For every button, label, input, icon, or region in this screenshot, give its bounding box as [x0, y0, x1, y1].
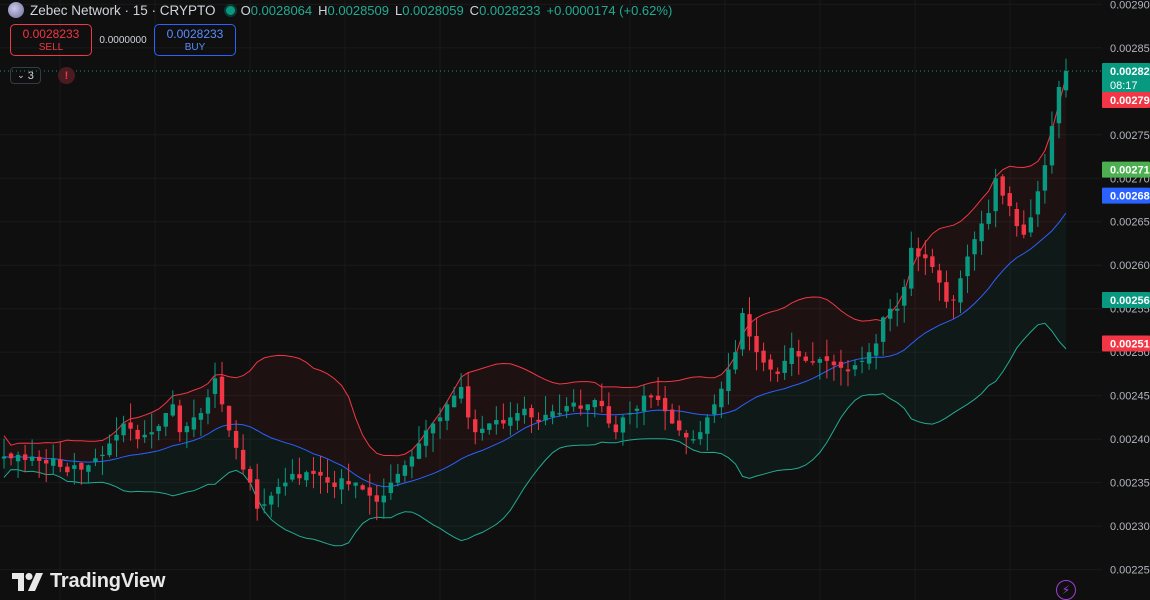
- price-tag: 0.00282 08:17: [1102, 63, 1150, 94]
- market-open-icon: [225, 5, 235, 15]
- chart-legend: Zebec Network · 15 · CRYPTO O 0.0028064 H…: [0, 0, 672, 20]
- sell-price: 0.0028233: [22, 27, 80, 41]
- tradingview-logo[interactable]: TradingView: [12, 570, 165, 593]
- y-tick-label: 0.00225: [1110, 565, 1150, 577]
- price-tag-label: 0.00271: [1110, 165, 1150, 177]
- y-tick-label: 0.00265: [1110, 217, 1150, 229]
- y-tick-label: 0.00240: [1110, 434, 1150, 446]
- close-value: 0.0028233: [479, 2, 541, 18]
- trade-panel: 0.0028233 SELL 0.0000000 0.0028233 BUY: [10, 24, 236, 56]
- y-tick-label: 0.00235: [1110, 478, 1150, 490]
- price-tag: 0.00279: [1102, 92, 1150, 108]
- logo-text: TradingView: [50, 570, 166, 592]
- price-chart[interactable]: 0.002900.002850.002750.002700.002650.002…: [0, 0, 1150, 600]
- y-tick-label: 0.00260: [1110, 260, 1150, 272]
- spread-value: 0.0000000: [99, 34, 147, 46]
- close-label: C: [469, 2, 480, 18]
- y-tick-label: 0.00230: [1110, 521, 1150, 533]
- low-value: 0.0028059: [402, 2, 464, 18]
- sell-label: SELL: [38, 42, 64, 53]
- open-label: O: [240, 2, 251, 18]
- price-tag-label: 0.00282: [1110, 66, 1150, 78]
- high-label: H: [318, 2, 328, 18]
- price-tag-label: 0.00279: [1110, 95, 1150, 107]
- price-tag-label: 0.00256: [1110, 295, 1150, 307]
- indicators-toggle[interactable]: ⌄ 3: [10, 67, 41, 84]
- indicator-count: 3: [27, 69, 34, 82]
- price-tag: 0.00271: [1102, 161, 1150, 178]
- y-tick-label: 0.00245: [1110, 391, 1150, 403]
- low-label: L: [394, 2, 403, 18]
- candle: [1049, 111, 1055, 174]
- countdown-label: 08:17: [1110, 80, 1138, 92]
- price-tag-label: 0.00268: [1110, 191, 1150, 203]
- y-tick-label: 0.00290: [1110, 0, 1150, 11]
- sell-button[interactable]: 0.0028233 SELL: [10, 24, 92, 56]
- chevron-down-icon: ⌄: [17, 70, 25, 80]
- candle: [909, 231, 914, 296]
- candle: [740, 307, 745, 356]
- price-tag: 0.00256: [1102, 292, 1150, 308]
- alert-icon[interactable]: !: [58, 67, 75, 84]
- y-tick-label: 0.00275: [1110, 130, 1150, 142]
- buy-button[interactable]: 0.0028233 BUY: [154, 24, 236, 56]
- symbol-title[interactable]: Zebec Network · 15 · CRYPTO: [30, 3, 216, 18]
- open-value: 0.0028064: [250, 2, 313, 18]
- price-tag: 0.00251: [1102, 335, 1150, 352]
- price-tag-label: 0.00251: [1110, 338, 1150, 350]
- tradingview-logo-icon: [12, 572, 43, 591]
- buy-price: 0.0028233: [166, 27, 224, 41]
- y-tick-label: 0.00285: [1110, 43, 1150, 55]
- price-change: +0.0000174 (+0.62%): [546, 2, 673, 18]
- high-value: 0.0028509: [327, 2, 389, 18]
- candle: [733, 339, 738, 374]
- lightning-icon[interactable]: ⚡: [1056, 580, 1076, 600]
- zebec-logo-icon: [8, 2, 24, 18]
- price-tag: 0.00268: [1102, 187, 1150, 204]
- buy-label: BUY: [184, 42, 206, 53]
